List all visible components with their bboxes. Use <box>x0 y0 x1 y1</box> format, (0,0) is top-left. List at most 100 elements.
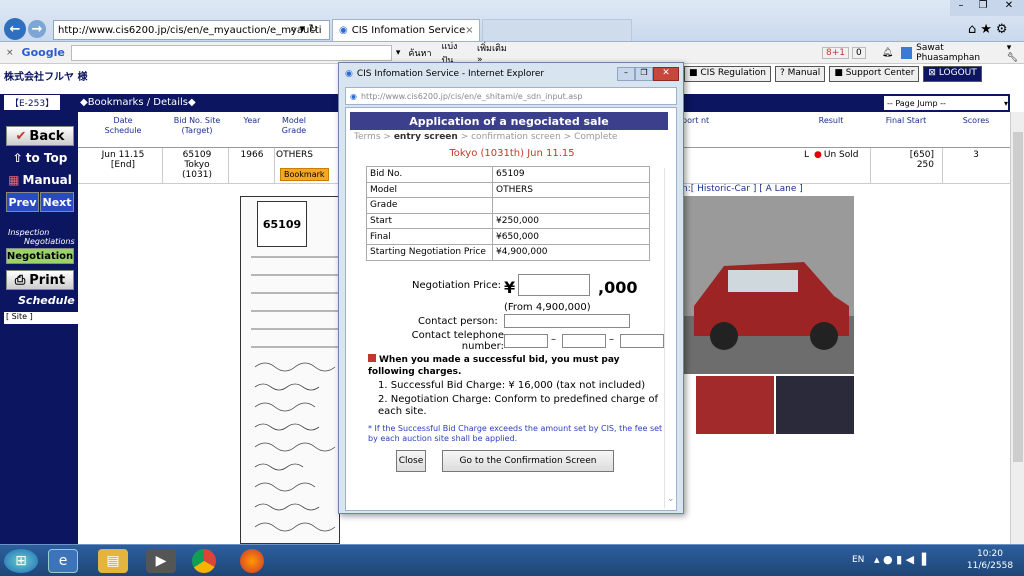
tab-blurred[interactable] <box>482 19 632 41</box>
contact-tel-label: Contact telephone number: <box>411 330 504 352</box>
prev-button[interactable]: Prev <box>6 192 39 212</box>
forward-arrow-icon[interactable]: → <box>28 20 46 38</box>
start-button-icon[interactable]: ⊞ <box>4 549 38 573</box>
link-support[interactable]: ■ Support Center <box>829 66 920 82</box>
taskbar: ⊞ e ▤ ▶ EN ▴ ● ▮ ◀ ▐ 10:20 11/6/2558 <box>0 544 1024 576</box>
popup-heading: Application of a negociated sale <box>350 112 668 130</box>
table-row: Start ¥250,000 <box>366 212 650 230</box>
popup-address-text: http://www.cis6200.jp/cis/en/e_shitami/e… <box>360 91 583 101</box>
yen-sign: ¥ <box>504 278 516 297</box>
user-name[interactable]: Sawat Phuasamphan <box>916 43 1003 63</box>
charge-1: 1. Successful Bid Charge: ¥ 16,000 (tax … <box>378 380 646 391</box>
maximize-icon[interactable]: ❐ <box>972 0 994 16</box>
page-jump-label: -- Page Jump -- <box>887 98 946 108</box>
link-logout[interactable]: ⊠ LOGOUT <box>923 66 982 82</box>
top-links: ■ CIS Regulation ? Manual ■ Support Cent… <box>684 66 1010 82</box>
contact-person-input[interactable] <box>504 314 630 328</box>
scrollbar-thumb[interactable] <box>1013 132 1023 462</box>
gplus-badge[interactable]: 8+1 <box>822 46 849 59</box>
table-row: Final ¥650,000 <box>366 228 650 245</box>
schedule-label: Schedule <box>18 294 75 307</box>
search-icon[interactable]: ⌕ ▾ ↻ <box>290 22 318 36</box>
car-photo-thumb-2[interactable] <box>776 376 854 434</box>
row-date: Jun 11.15 [End] <box>101 150 145 170</box>
thousand-suffix: ,000 <box>598 278 638 297</box>
car-photo-thumb-1[interactable] <box>696 376 774 434</box>
chrome-icon[interactable] <box>192 549 216 573</box>
company-name: 株式会社フルヤ 様 <box>4 72 88 83</box>
red-square-icon <box>368 354 376 362</box>
tray-icons[interactable]: ▴ ● ▮ ◀ ▐ <box>874 553 926 566</box>
negotiation-price-input[interactable] <box>518 274 590 296</box>
home-star-gear-icons[interactable]: ⌂★⚙ <box>968 22 1012 37</box>
confirmation-button[interactable]: Go to the Confirmation Screen <box>442 450 614 472</box>
dropdown-icon[interactable]: ▾ <box>396 48 401 58</box>
google-search-input[interactable] <box>70 44 392 61</box>
page-jump-select[interactable]: -- Page Jump -- ▾ <box>884 96 1008 110</box>
close-button[interactable]: Close <box>396 450 426 472</box>
wrench-icon[interactable]: ▾ 🔧︎ <box>1007 43 1024 63</box>
link-regulation[interactable]: ■ CIS Regulation <box>684 66 771 82</box>
header-final: Final Start <box>885 116 927 125</box>
manual-icon: ▦ <box>8 173 20 187</box>
ie-icon: ◉ <box>345 69 353 79</box>
clock[interactable]: 10:20 11/6/2558 <box>960 548 1020 572</box>
check-icon: ✔ <box>15 128 27 144</box>
popup-close-icon[interactable]: ✕ <box>653 67 679 81</box>
popup-minimize-icon[interactable]: – <box>617 67 635 81</box>
row-final: [650] 250 <box>909 150 934 170</box>
divider <box>274 148 275 184</box>
row-grade-mark: L <box>804 150 810 160</box>
page-scrollbar[interactable] <box>1010 112 1024 544</box>
header-model: Model Grade <box>281 116 307 135</box>
negotiation-button[interactable]: Negotiation <box>6 248 74 264</box>
site-link[interactable]: [ Site ] <box>4 312 78 324</box>
minimize-icon[interactable]: – <box>950 0 972 16</box>
toolbar-more[interactable]: เพิ่มเติม » <box>477 41 512 65</box>
tel-input-2[interactable] <box>562 334 606 348</box>
language-indicator[interactable]: EN <box>852 555 864 565</box>
chevron-down-icon: ▾ <box>1003 98 1008 108</box>
next-button[interactable]: Next <box>40 192 74 212</box>
ie-taskbar-icon[interactable]: e <box>48 549 78 573</box>
scroll-down-icon[interactable]: ⌄ <box>667 494 675 504</box>
close-toolbar-icon[interactable]: × <box>6 48 14 58</box>
bookmark-badge[interactable]: Bookmark <box>280 168 329 181</box>
divider <box>942 148 943 184</box>
folder-icon[interactable]: ▤ <box>98 549 128 573</box>
to-top-button[interactable]: ⇧ to Top <box>6 148 74 168</box>
contact-person-label: Contact person: <box>418 316 498 327</box>
footnote: * If the Successful Bid Charge exceeds t… <box>368 424 663 443</box>
popup-maximize-icon[interactable]: ❐ <box>635 67 653 81</box>
header-bidno: Bid No. Site (Target) <box>173 116 221 135</box>
toolbar-search[interactable]: ค้นหา <box>408 46 431 60</box>
printer-icon: ⎙ <box>14 272 26 288</box>
close-tab-icon[interactable]: × <box>465 25 473 36</box>
row-result: ● Un Sold <box>814 150 859 160</box>
divider <box>162 148 163 184</box>
info-table: Bid No. 65109 Model OTHERS Grade Start ¥250… <box>366 166 650 261</box>
link-manual[interactable]: ? Manual <box>774 66 826 82</box>
row-bid: 65109 Tokyo (1031) <box>182 150 212 180</box>
close-window-icon[interactable]: ✕ <box>994 0 1024 16</box>
back-arrow-icon[interactable]: ← <box>4 18 26 40</box>
firefox-icon[interactable] <box>240 549 264 573</box>
popup-address-bar[interactable]: ◉ http://www.cis6200.jp/cis/en/e_shitami… <box>345 87 677 105</box>
address-bar[interactable]: http://www.cis6200.jp/cis/en/e_myauction… <box>53 20 330 40</box>
auction-sheet[interactable]: 65109 <box>240 196 340 544</box>
tel-input-3[interactable] <box>620 334 664 348</box>
media-player-icon[interactable]: ▶ <box>146 549 176 573</box>
back-button[interactable]: ✔ Back <box>6 126 74 146</box>
bell-icon[interactable]: 🔔︎ <box>882 48 893 58</box>
step-indicator: Terms > entry screen > confirmation scre… <box>354 132 618 142</box>
popup-scrollbar[interactable]: ⌄ <box>664 168 676 508</box>
row-model: OTHERS <box>276 150 314 160</box>
auction-tag: 【E-253】 <box>4 95 61 110</box>
notification-count[interactable]: 0 <box>852 46 866 59</box>
ie-page-icon: ◉ <box>350 91 357 101</box>
header-year: Year <box>243 116 261 125</box>
manual-button[interactable]: ▦ Manual <box>6 170 74 190</box>
tel-input-1[interactable] <box>504 334 548 348</box>
print-button[interactable]: ⎙ Print <box>6 270 74 290</box>
car-photo-main[interactable] <box>684 196 854 374</box>
